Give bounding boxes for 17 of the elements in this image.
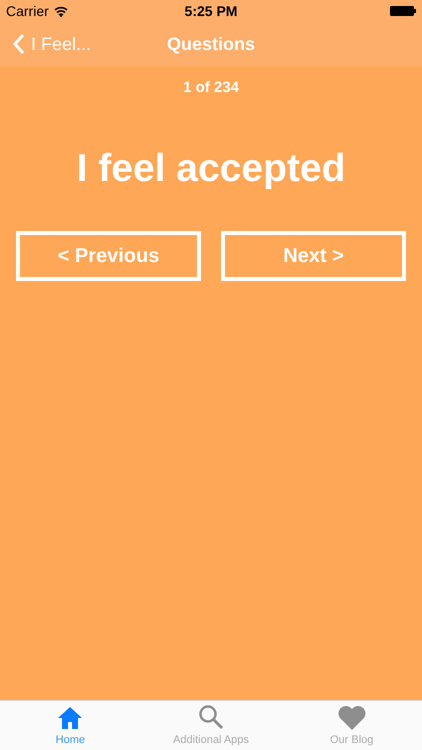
heart-icon (338, 704, 366, 730)
nav-button[interactable]: < Previous (16, 231, 201, 281)
battery-icon (390, 6, 416, 16)
tab-item[interactable]: Home (0, 701, 141, 750)
search-icon (198, 704, 224, 730)
back-button[interactable]: I Feel... (0, 30, 92, 58)
question-counter: 1 of 234 (183, 78, 239, 98)
tab-item[interactable]: Our Blog (281, 701, 422, 750)
statement-text: I feel accepted (76, 146, 346, 192)
home-icon (57, 706, 84, 730)
nav-title: Questions (167, 32, 255, 56)
tab-item[interactable]: Additional Apps (140, 701, 282, 750)
nav-button[interactable]: Next > (221, 231, 406, 281)
back-chevron-icon (12, 33, 25, 55)
carrier-label: Carrier (6, 2, 49, 20)
status-time: 5:25 PM (184, 2, 238, 20)
wifi-icon (54, 6, 68, 16)
